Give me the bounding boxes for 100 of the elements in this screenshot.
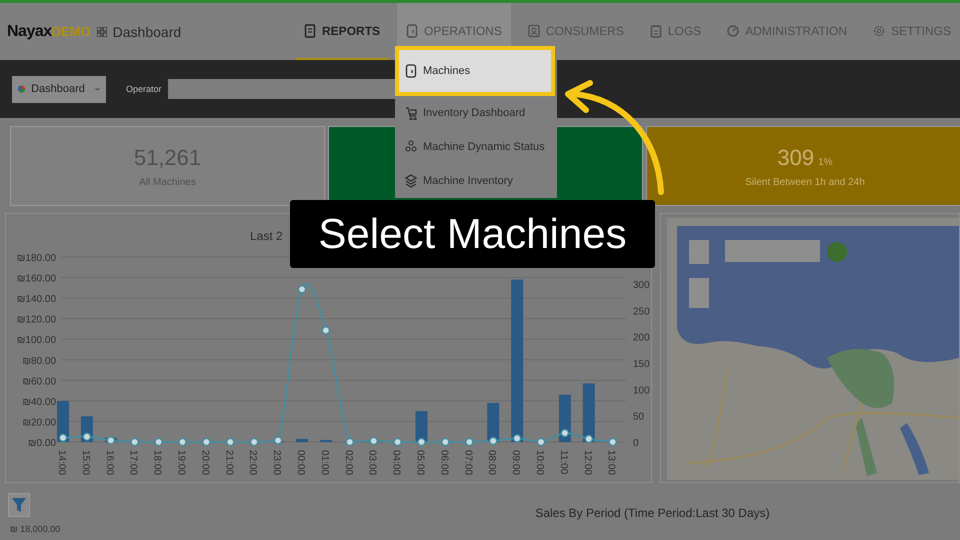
axis-label: 19:00 — [176, 450, 186, 476]
axis-label: ₪ 18,000.00 — [10, 524, 62, 534]
axis-label: 08:00 — [486, 450, 498, 476]
axis-label: 10:00 — [534, 450, 545, 476]
point — [489, 436, 498, 446]
grid-icon — [96, 26, 107, 36]
menu-item[interactable]: Machine Inventory — [395, 164, 557, 198]
page-title: Dashboard — [112, 24, 182, 40]
axis-label: 09:00 — [510, 450, 522, 476]
nodes-icon — [405, 140, 417, 154]
stat-label: Silent Between 1h and 24h — [745, 176, 865, 188]
menu-item[interactable]: Machine Dynamic Status — [395, 130, 557, 164]
view-dropdown[interactable]: Dashboard — [12, 76, 106, 102]
axis-label: 21:00 — [223, 450, 234, 476]
bar — [582, 383, 595, 442]
logo: NayaxDEMO — [7, 22, 91, 40]
point — [154, 438, 163, 446]
bar — [296, 438, 308, 442]
report-icon — [304, 24, 316, 38]
person-icon — [528, 24, 540, 38]
axis-label: 50 — [633, 412, 644, 423]
axis-label: ₪80.00 — [22, 356, 56, 367]
gauge-icon — [727, 24, 740, 38]
menu-item[interactable]: Machines — [395, 46, 555, 96]
clipboard-icon — [650, 24, 662, 38]
cart-icon — [405, 106, 417, 120]
point — [465, 438, 474, 446]
axis-label: 14:00 — [56, 450, 67, 476]
point — [226, 438, 234, 446]
axis-label: ₪40.00 — [22, 396, 56, 408]
axis-label: 20:00 — [199, 450, 210, 476]
axis-label: ₪20.00 — [22, 417, 56, 428]
chart-title: Sales By Period (Time Period:Last 30 Days) — [535, 506, 770, 520]
axis-label: ₪100.00 — [16, 335, 56, 346]
point — [178, 438, 187, 446]
axis-label: 04:00 — [390, 450, 402, 476]
point — [130, 438, 139, 446]
axis-label: 0 — [633, 438, 639, 449]
point — [417, 438, 426, 446]
point — [370, 436, 378, 446]
point — [608, 438, 617, 446]
axis-label: ₪140.00 — [16, 294, 56, 306]
axis-label: 250 — [633, 306, 650, 318]
axis-label: 02:00 — [342, 450, 354, 476]
axis-label: 23:00 — [271, 450, 282, 476]
bar — [487, 402, 500, 442]
axis-label: ₪120.00 — [16, 314, 56, 326]
axis-label: ₪160.00 — [16, 274, 56, 285]
axis-label: 07:00 — [462, 450, 474, 476]
axis-label: 16:00 — [104, 450, 115, 476]
point — [202, 438, 211, 446]
operator-label: Operator — [126, 84, 162, 94]
axis-label: 03:00 — [366, 450, 378, 476]
filter-icon — [11, 497, 27, 513]
chart-title: Last 2 — [250, 229, 283, 243]
axis-label: 200 — [633, 332, 650, 344]
phone-icon — [405, 64, 417, 78]
axis-label: 18:00 — [152, 450, 163, 476]
point — [274, 436, 282, 445]
point — [441, 438, 450, 446]
point — [250, 438, 258, 446]
point — [82, 432, 92, 441]
axis-label: 13:00 — [606, 450, 617, 476]
layers-icon — [405, 174, 417, 188]
menu-item[interactable]: Inventory Dashboard — [395, 96, 557, 130]
point — [58, 434, 68, 442]
axis-label: 150 — [633, 359, 650, 370]
stat-percent: 1% — [818, 156, 833, 168]
axis-label: 05:00 — [414, 450, 426, 476]
axis-label: 100 — [633, 385, 650, 396]
stat-value: 309 — [777, 144, 814, 170]
phone-icon — [406, 24, 418, 38]
point — [512, 434, 522, 442]
axis-label: 17:00 — [128, 450, 139, 476]
filter-button[interactable] — [8, 493, 30, 517]
axis-label: 06:00 — [438, 450, 450, 476]
chevron-down-icon — [94, 86, 100, 92]
axis-label: 12:00 — [582, 450, 593, 476]
point — [393, 438, 402, 446]
settings-icon — [872, 24, 885, 38]
axis-label: 00:00 — [295, 450, 306, 476]
axis-label: ₪60.00 — [22, 376, 56, 388]
point — [536, 438, 546, 446]
axis-label: ₪180.00 — [16, 253, 56, 264]
bar — [320, 440, 332, 442]
point — [584, 434, 593, 443]
callout-label: Select Machines — [290, 200, 655, 268]
point — [346, 438, 354, 446]
operator-field[interactable] — [168, 79, 398, 99]
axis-label: 11:00 — [558, 450, 569, 474]
axis-label: 300 — [633, 280, 650, 291]
point — [298, 285, 306, 294]
axis-label: 22:00 — [247, 450, 258, 476]
point — [322, 326, 330, 334]
axis-label: ₪0.00 — [28, 438, 56, 449]
point — [560, 428, 570, 438]
axis-label: 01:00 — [318, 450, 330, 476]
point — [106, 436, 115, 445]
bar — [416, 411, 428, 442]
axis-label: 15:00 — [80, 450, 91, 476]
